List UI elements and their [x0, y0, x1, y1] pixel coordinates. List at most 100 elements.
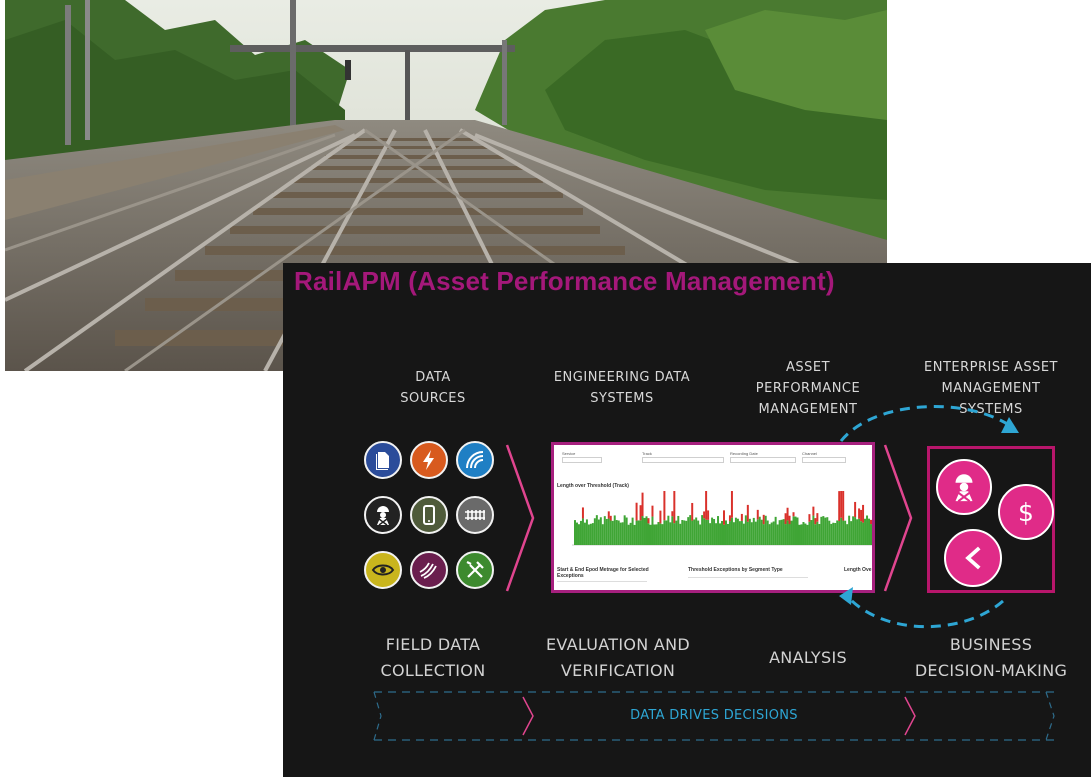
- chart-bar-exceed: [792, 512, 795, 517]
- tools-icon: [456, 551, 494, 589]
- chart-bar: [786, 520, 789, 545]
- filter-select: [642, 457, 724, 463]
- chart-bar: [776, 524, 779, 545]
- chart-bar: [764, 515, 767, 545]
- chart-bar-exceed: [581, 507, 584, 519]
- chart-bar: [609, 520, 612, 545]
- chart-bar: [651, 516, 654, 545]
- chart-bar-exceed: [740, 513, 743, 521]
- chart-bar-exceed: [730, 491, 733, 518]
- chart-bar: [705, 519, 708, 545]
- chart-bar: [643, 517, 646, 545]
- chart-bar: [657, 522, 660, 545]
- chart-bar: [623, 515, 626, 545]
- chart-bar: [637, 520, 640, 545]
- chart-bar: [730, 517, 733, 545]
- chart-bar: [738, 521, 741, 545]
- chart-bar: [774, 516, 777, 545]
- heading-line: ENTERPRISE ASSET: [924, 360, 1058, 375]
- chart-bar-exceed: [705, 491, 708, 520]
- chart-bar: [693, 519, 696, 545]
- chart-bar: [752, 517, 755, 545]
- data-drives-decisions-label: DATA DRIVES DECISIONS: [630, 708, 798, 723]
- chart-bar: [756, 519, 759, 545]
- dollar-icon: $: [998, 484, 1054, 540]
- chart-bar: [601, 524, 604, 545]
- chart-bar: [740, 520, 743, 545]
- chart-bar: [625, 517, 628, 545]
- chart-bar-exceed: [756, 509, 759, 520]
- svg-text:$: $: [1018, 498, 1034, 527]
- chart-bar: [723, 524, 725, 545]
- chart-bar: [653, 524, 656, 545]
- enterprise-systems-box: $: [927, 446, 1055, 593]
- chart-bar: [691, 520, 694, 545]
- chart-bar: [703, 518, 706, 545]
- stage-analysis: ANALYSIS: [743, 645, 873, 671]
- chart-bar: [621, 522, 624, 545]
- chart-bar: [677, 515, 680, 545]
- filter-select: [562, 457, 602, 463]
- chart-bar-exceed: [609, 515, 612, 521]
- chart-bar: [695, 517, 698, 545]
- stage-line: EVALUATION AND: [545, 635, 691, 654]
- heading-line: SYSTEMS: [590, 391, 654, 406]
- chart-bar: [717, 516, 720, 545]
- chart-bar: [748, 518, 751, 545]
- stage-evaluation-verification: EVALUATION AND VERIFICATION: [533, 632, 703, 684]
- heading-line: ASSET: [785, 360, 831, 375]
- chart-bar: [645, 516, 648, 545]
- chart-bar: [575, 522, 578, 545]
- chart-bar: [770, 522, 773, 545]
- chart-bar-exceed: [639, 505, 642, 521]
- eye-icon: [364, 551, 402, 589]
- heading-line: DATA: [415, 370, 451, 385]
- chart-bar: [615, 520, 618, 545]
- stage-business-decision-making: BUSINESS DECISION-MAKING: [911, 632, 1071, 684]
- chart-bar: [719, 523, 722, 545]
- chart-bar: [726, 523, 729, 545]
- chart-bar: [762, 524, 765, 545]
- chart-bar-exceed: [703, 511, 706, 519]
- chart-bar: [629, 522, 632, 545]
- chart-bar: [574, 520, 576, 545]
- chart-bar: [687, 517, 690, 545]
- chart-bar: [758, 516, 761, 545]
- chart-bar: [780, 519, 783, 545]
- chart-bar: [635, 520, 638, 545]
- chart-bar: [766, 520, 769, 545]
- share-icon: [944, 529, 1002, 587]
- chart-bar: [701, 515, 704, 545]
- stage-line: VERIFICATION: [560, 661, 676, 680]
- chart-bar: [728, 521, 731, 545]
- table-row: [557, 581, 647, 590]
- chart-bar-exceed: [659, 510, 662, 524]
- chart-bar: [792, 516, 795, 545]
- stage-line: FIELD DATA: [385, 635, 481, 654]
- chart-bar: [778, 520, 781, 545]
- heading-data-sources: DATA SOURCES: [368, 367, 498, 409]
- chart-bar: [581, 518, 584, 545]
- document-icon: [364, 441, 402, 479]
- chart-bar: [589, 523, 592, 545]
- filter-select: [730, 457, 796, 463]
- chart-bar: [591, 523, 594, 545]
- chart-bar: [593, 518, 596, 545]
- filter-label: Recording Date: [730, 451, 758, 456]
- chart-bar-exceed: [671, 511, 674, 517]
- stage-line: BUSINESS: [949, 635, 1033, 654]
- chart-bar: [655, 524, 658, 545]
- chart-bar-exceed: [641, 492, 644, 517]
- chevron-right-icon: [505, 444, 535, 592]
- chart-bar: [681, 520, 684, 545]
- chart-bar-exceed: [784, 513, 787, 525]
- chart-bar: [800, 524, 803, 545]
- data-drives-decisions-banner: DATA DRIVES DECISIONS: [373, 691, 1055, 741]
- chart-bar: [673, 523, 676, 545]
- chart-bar: [724, 520, 727, 545]
- signal-waves-icon: [456, 441, 494, 479]
- chart-bar: [595, 515, 598, 545]
- chart-bar-exceed: [746, 504, 749, 522]
- heading-engineering-data-systems: ENGINEERING DATA SYSTEMS: [543, 367, 701, 409]
- filter-label: Service: [562, 451, 576, 456]
